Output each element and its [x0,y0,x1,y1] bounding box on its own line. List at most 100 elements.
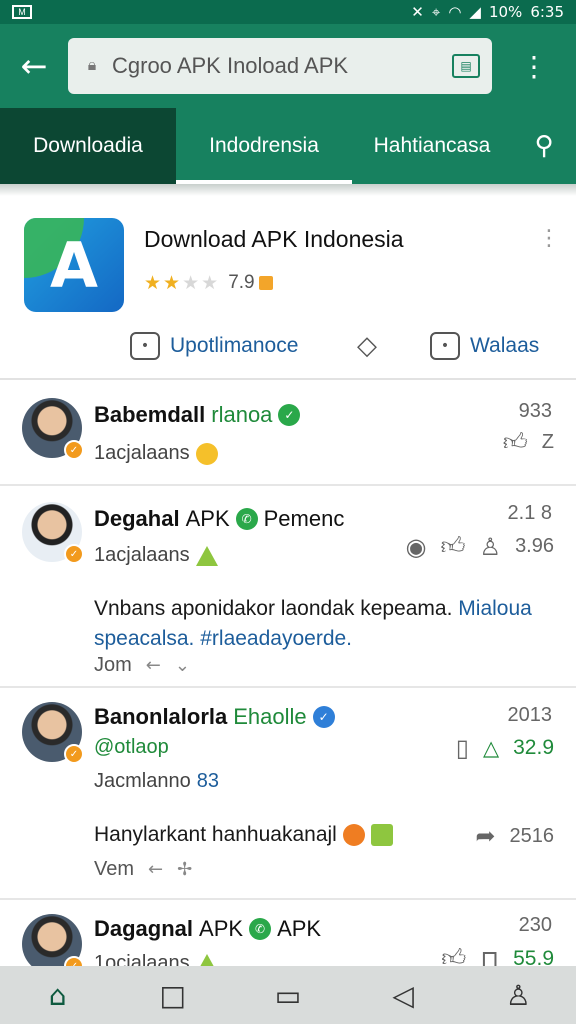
clock: 6:35 [530,3,564,21]
chevron-down-icon[interactable]: ⌄ [175,655,190,676]
author-tail: APK [277,916,322,941]
comment-item: ✓ Banonlalorla Ehaolle ✓ @otlaop Jacmlan… [0,688,576,900]
comment-actions: 👍︎ ⊓ 55.9 [441,944,554,966]
comment-body: Vnbans aponidakor laondak kepeama. Mialo… [94,594,552,654]
comment-author[interactable]: Banonlalorla Ehaolle ✓ [94,704,335,730]
like-count: 55.9 [513,946,554,967]
phone-icon[interactable]: ▯ [456,734,469,762]
verified-check-icon: ✓ [278,404,301,426]
verified-badge-icon: ✓ [64,544,84,564]
author-extra: APK [199,916,244,941]
emoji-icon [342,824,365,846]
verified-badge-icon: ✓ [64,956,84,966]
handle-text: @otlaop [94,736,169,758]
emoji-icon [195,953,218,966]
rating-badge-icon [258,276,273,290]
avatar[interactable]: ✓ [22,914,84,966]
battery-level: 10% [488,3,523,21]
subtitle-text: 1acjalaans [94,544,190,566]
like-count: 32.9 [513,736,554,759]
thumbs-up-icon[interactable]: 👍︎ [440,532,465,561]
emoji-icon [195,545,218,566]
triangle-back-icon: ◁ [392,978,414,1012]
comment-author[interactable]: Degahal APK ✆ Pemenc [94,506,344,532]
back-nav-button[interactable]: ◁ [373,966,433,1024]
tab-downloadia[interactable]: Downloadia [0,108,176,184]
comment-footer: Vem ← ✢ [94,858,192,881]
messages-button[interactable]: ▭ [258,966,318,1024]
tab-switcher-icon[interactable]: ▤ [452,54,480,78]
thumbs-up-icon[interactable]: 👍︎ [441,944,466,966]
app-logo[interactable]: A [24,218,124,312]
reply-arrow-icon[interactable]: ← [148,859,163,880]
bot-icon: • [130,332,160,360]
action-tag[interactable]: ◇ [352,326,382,366]
comment-footer: Jom ← ⌄ [94,654,190,677]
avatar[interactable]: ✓ [22,702,84,764]
app-more-button[interactable]: ⋮ [538,226,560,251]
thumbs-up-icon[interactable]: 👍︎ [503,428,528,457]
avatar[interactable]: ✓ [22,502,84,564]
bottom-navigation: ⌂ □ ▭ ◁ ♙ [0,966,576,1024]
browser-menu-button[interactable]: ⋮ [492,24,576,108]
action-upotlimanoce[interactable]: • Upotlimanoce [130,326,298,366]
subtitle-text: 1ocjalaans [94,952,190,966]
browser-toolbar: ← 🔒︎ Cgrоo APK Inoload APK ▤ ⋮ [0,24,576,108]
reply-arrow-icon[interactable]: ← [146,655,161,676]
share-actions: ➦ 2516 [475,822,554,850]
recents-button[interactable]: □ [143,966,203,1024]
tag-icon: ◇ [357,331,377,361]
eye-icon[interactable]: ◉ [406,533,427,561]
app-title: Download APK Indonesia [144,226,404,252]
comment-time: 2013 [507,704,553,726]
lock-icon: 🔒︎ [87,57,97,74]
footer-label: Jom [94,654,132,676]
comment-subtitle: 1acjalaans [94,544,218,567]
star-empty-icon: ★ [201,272,219,294]
share-icon[interactable]: ➦ [475,822,495,850]
person-icon[interactable]: ♙ [480,533,502,561]
author-tail: Pemenc [263,506,345,531]
comment-author[interactable]: Babemdall rlanoa ✓ [94,402,301,428]
footer-label: Vem [94,858,135,880]
emoji-icon [370,824,393,846]
search-button[interactable]: ⚲ [512,108,576,184]
comment-actions: 👍︎ Z [503,428,554,457]
comment-time: 2.1 8 [507,502,552,524]
comment-author[interactable]: Dagagnal APK ✆ APK [94,916,321,942]
address-bar[interactable]: 🔒︎ Cgrоo APK Inoload APK ▤ [68,38,492,94]
rating-value: 7.9 [228,272,255,293]
up-arrow-icon[interactable]: △ [483,736,499,761]
square-icon: □ [159,978,187,1012]
app-rating: ★ ★ ★ ★ 7.9 [144,272,273,294]
comment-subtitle: 1ocjalaans [94,952,218,966]
bookmark-icon[interactable]: ⊓ [480,945,499,967]
avatar[interactable]: ✓ [22,398,84,460]
star-empty-icon: ★ [182,272,200,294]
share-count: 2516 [509,824,555,847]
comment-subtitle: 1acjalaans [94,442,218,465]
forward-icon[interactable]: ✢ [177,859,192,880]
tab-indodrensia[interactable]: Indodrensia [176,108,352,184]
body-text: Vnbans aponidakor laondak kepeama. [94,597,453,620]
app-actions: • Upotlimanoce ◇ • Walaas [0,326,576,366]
home-icon: ⌂ [48,978,67,1012]
verified-badge-icon: ✓ [64,440,84,460]
search-icon: ⚲ [534,131,554,161]
comment-handle[interactable]: @otlaop [94,736,169,759]
tab-hahtiancasa[interactable]: Hahtiancasa [352,108,512,184]
person-icon: ♙ [505,978,531,1012]
author-extra: Ehaolle [233,704,307,729]
back-button[interactable]: ← [0,24,68,108]
home-button[interactable]: ⌂ [28,966,88,1024]
url-text[interactable]: Cgrоo APK Inoload APK [112,53,452,79]
status-bar: M ✕ ⌖ ◠ ◢ 10% 6:35 [0,0,576,24]
action-walaas[interactable]: • Walaas [430,326,539,366]
status-bar-right: ✕ ⌖ ◠ ◢ 10% 6:35 [411,3,564,21]
profile-button[interactable]: ♙ [488,966,548,1024]
star-filled-icon: ★ [163,272,181,294]
tab-bar: Downloadia Indodrensia Hahtiancasa ⚲ [0,108,576,184]
author-extra: rlanoa [211,402,273,427]
author-extra: APK [185,506,230,531]
comment-item: ✓ Dagagnal APK ✆ APK 1ocjalaans 230 👍︎ ⊓… [0,900,576,966]
